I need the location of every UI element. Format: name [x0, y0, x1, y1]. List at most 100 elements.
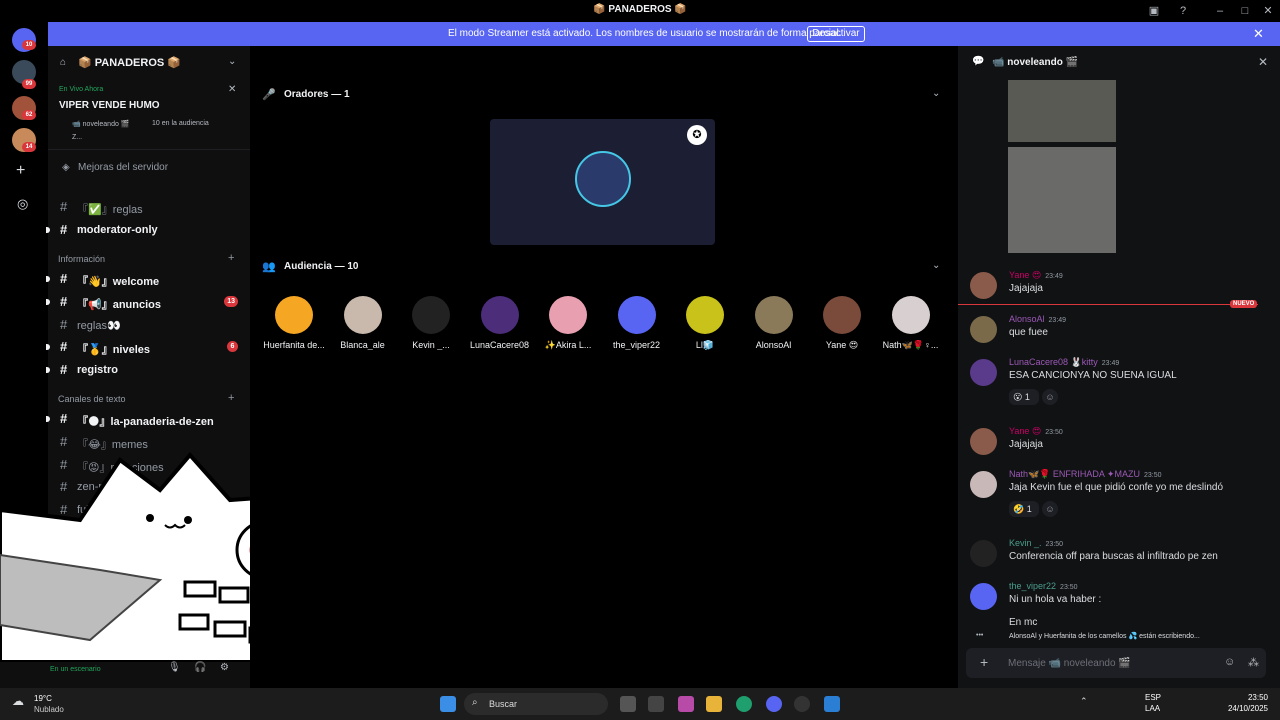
channel-item[interactable]: # registro: [46, 360, 248, 380]
live-stage-panel[interactable]: En Vivo Ahora VIPER VENDE HUMO ✕ 📹 novel…: [48, 80, 250, 150]
deactivate-button[interactable]: Desactivar: [807, 26, 865, 42]
speaker-tile[interactable]: ✪: [490, 119, 715, 245]
help-icon[interactable]: ?: [1175, 3, 1191, 19]
message-author[interactable]: Yane 😍: [1009, 426, 1041, 436]
inbox-icon[interactable]: ▣: [1146, 3, 1162, 19]
discord-taskbar-icon[interactable]: [766, 696, 782, 712]
streamer-mode-banner: El modo Streamer está activado. Los nomb…: [48, 22, 1280, 46]
chevron-up-icon[interactable]: ⌃: [1080, 696, 1088, 707]
chat-title: 📹 noveleando 🎬: [992, 57, 1079, 68]
add-channel-icon[interactable]: +: [228, 392, 234, 404]
channel-item[interactable]: # moderator-only: [46, 220, 248, 240]
clock-time[interactable]: 23:50: [1220, 693, 1268, 702]
category-info[interactable]: Información: [58, 254, 105, 264]
add-reaction-icon[interactable]: ☺: [1042, 501, 1058, 517]
clock-date: 24/10/2025: [1227, 704, 1268, 713]
add-server-icon[interactable]: +: [16, 162, 25, 180]
chevron-down-icon[interactable]: ⌄: [228, 56, 236, 67]
gear-icon[interactable]: ⚙: [220, 662, 229, 673]
message-placeholder: Mensaje 📹 noveleando 🎬: [1008, 658, 1131, 669]
channel-item[interactable]: # 『😂』memes: [58, 432, 248, 452]
avatar: [412, 296, 450, 334]
add-attachment-icon[interactable]: +: [980, 654, 988, 670]
app-icon[interactable]: [824, 696, 840, 712]
close-icon[interactable]: ✕: [1253, 26, 1264, 42]
audience-member[interactable]: AlonsoAl: [738, 296, 810, 356]
message-author[interactable]: Kevin _.: [1009, 538, 1042, 548]
message-time: 23:50: [1143, 472, 1162, 479]
window-title: 📦 PANADEROS 📦: [593, 4, 687, 15]
boost-icon: ◈: [62, 162, 70, 173]
typing-indicator: AlonsoAl y Huerfanita de los camellos 💦 …: [1009, 633, 1200, 640]
microphone-icon[interactable]: 🎙: [168, 662, 181, 673]
audience-member[interactable]: ✨Akira L...: [532, 296, 604, 356]
taskbar-search[interactable]: ⌕ Buscar: [464, 693, 608, 715]
server-name[interactable]: 📦 PANADEROS 📦: [78, 56, 181, 69]
windows-start-icon[interactable]: [440, 696, 456, 712]
add-channel-icon[interactable]: +: [228, 252, 234, 264]
message-author[interactable]: AlonsoAl: [1009, 314, 1045, 324]
channel-item[interactable]: # 『👋』welcome: [46, 269, 248, 289]
weather-temp: 19°C: [34, 694, 52, 703]
channel-item[interactable]: # 『📢』anuncios 13: [46, 292, 248, 312]
channel-item[interactable]: # 『✅』reglas: [58, 197, 248, 217]
close-icon[interactable]: ✕: [1258, 55, 1268, 69]
app-icon[interactable]: [794, 696, 810, 712]
message-author[interactable]: Yane 😍: [1009, 270, 1041, 280]
maximize-button[interactable]: □: [1237, 3, 1253, 19]
store-icon[interactable]: [648, 696, 664, 712]
message-author[interactable]: Nath🦋🌹 ENFRIHADA ✦MAZU: [1009, 469, 1140, 479]
reaction-pill[interactable]: 🤣 1: [1009, 501, 1039, 517]
audience-member[interactable]: Huerfanita de...: [258, 296, 330, 356]
audience-member[interactable]: Nath🦋🌹♀...: [875, 296, 947, 356]
channel-item[interactable]: # 『🌑』la-panaderia-de-zen: [46, 409, 248, 429]
task-view-icon[interactable]: [620, 696, 636, 712]
stage-host: 📹 noveleando 🎬: [72, 121, 130, 128]
audience-member[interactable]: Kevin _...: [395, 296, 467, 356]
language-indicator[interactable]: ESP: [1145, 693, 1161, 702]
weather-icon[interactable]: ☁: [12, 694, 24, 708]
copilot-icon[interactable]: [678, 696, 694, 712]
channel-item[interactable]: # 『🥇』niveles 6: [46, 337, 248, 357]
category-text[interactable]: Canales de texto: [58, 394, 126, 404]
apps-icon[interactable]: ⁂: [1248, 656, 1259, 669]
message-author[interactable]: the_viper22: [1009, 581, 1056, 591]
minimize-button[interactable]: –: [1212, 3, 1228, 19]
server-boost-link[interactable]: Mejoras del servidor: [78, 162, 168, 173]
search-icon: ⌕: [472, 697, 478, 708]
headphones-icon[interactable]: 🎧: [194, 662, 206, 673]
emoji-icon[interactable]: ☺: [1224, 656, 1235, 668]
member-name: AlonsoAl: [755, 340, 792, 350]
close-window-button[interactable]: ✕: [1260, 3, 1276, 19]
member-name: Kevin _...: [412, 340, 450, 350]
close-icon[interactable]: ✕: [228, 84, 236, 95]
compass-icon[interactable]: ◎: [17, 196, 28, 212]
speakers-heading: Oradores — 1: [284, 89, 350, 100]
hash-icon: #: [60, 362, 68, 377]
add-reaction-icon[interactable]: ☺: [1042, 389, 1058, 405]
audience-member[interactable]: Yane 😍: [806, 296, 878, 356]
member-name: LunaCacere08: [469, 340, 530, 350]
edge-icon[interactable]: [736, 696, 752, 712]
server-badge: 99: [22, 79, 36, 89]
audience-member[interactable]: Blanca_ale: [327, 296, 399, 356]
channel-item[interactable]: # reglas👀: [58, 315, 248, 335]
chevron-down-icon[interactable]: ⌄: [932, 260, 940, 271]
avatar: [343, 296, 382, 334]
audience-member[interactable]: the_viper22: [601, 296, 673, 356]
chat-bubble-icon: 💬: [972, 56, 985, 67]
chevron-down-icon[interactable]: ⌄: [932, 88, 940, 99]
message-input[interactable]: + Mensaje 📹 noveleando 🎬 ☺ ⁂: [966, 648, 1266, 678]
hash-icon: #: [60, 411, 68, 426]
speaker-avatar: [575, 151, 631, 207]
reaction-pill[interactable]: 😮 1: [1009, 389, 1039, 405]
attached-image[interactable]: [1008, 147, 1116, 253]
audience-member[interactable]: Ll🧊: [669, 296, 741, 356]
avatar: [754, 296, 793, 334]
member-name: Nath🦋🌹♀...: [882, 340, 939, 350]
audience-member[interactable]: LunaCacere08: [464, 296, 536, 356]
message-author[interactable]: LunaCacere08 🐰kitty: [1009, 357, 1098, 367]
file-explorer-icon[interactable]: [706, 696, 722, 712]
message-time: 23:49: [1048, 317, 1067, 324]
attached-image[interactable]: [1008, 80, 1116, 142]
